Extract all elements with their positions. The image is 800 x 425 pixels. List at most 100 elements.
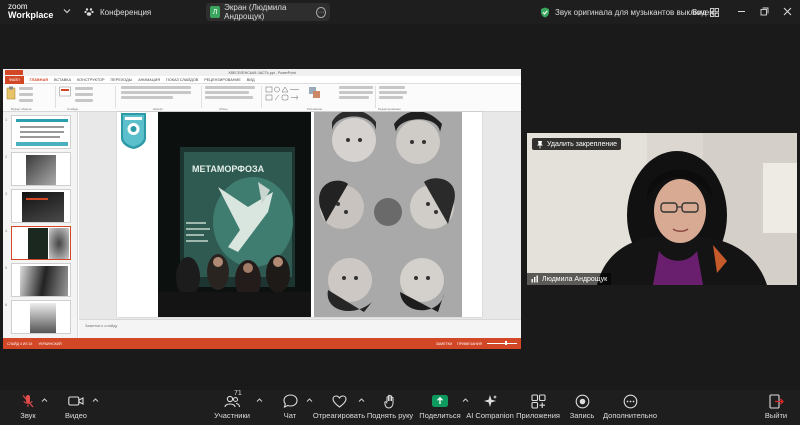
ribbon-group-paragraph[interactable] — [205, 86, 257, 106]
participant-name: Людмила Андрощук — [542, 275, 608, 283]
ribbon-tabs: ФАЙЛ ГЛАВНАЯ ВСТАВКА КОНСТРУКТОР ПЕРЕХОДЫ АНИ… — [3, 75, 521, 84]
mic-muted-icon — [19, 393, 37, 409]
thumbnail-preview — [11, 115, 71, 149]
chat-options-chevron-icon[interactable] — [306, 397, 313, 403]
logo-line-2: Workplace — [8, 10, 54, 20]
ribbon-arrange[interactable] — [308, 86, 336, 106]
minimize-icon[interactable] — [734, 4, 748, 18]
chat-label: Чат — [283, 411, 297, 420]
apps-icon — [529, 393, 547, 409]
video-button[interactable]: Видео — [62, 393, 90, 423]
slide-editing-area[interactable]: МЕТАМОРФОЗА Заметки к слайду — [79, 112, 521, 338]
ai-companion-icon — [481, 393, 499, 409]
more-options-icon[interactable]: ··· — [316, 6, 326, 18]
slide-thumbnail-selected[interactable]: 4 — [5, 226, 75, 262]
arrange-icon[interactable] — [308, 86, 322, 100]
notes-placeholder: Заметки к слайду — [85, 323, 118, 328]
ribbon-tab[interactable]: ГЛАВНАЯ — [30, 78, 48, 82]
new-slide-icon[interactable] — [59, 86, 71, 100]
view-button[interactable]: Вид — [692, 6, 720, 18]
tab-file[interactable]: ФАЙЛ — [5, 75, 24, 84]
ribbon-group-drawing[interactable] — [265, 86, 303, 106]
more-button[interactable]: Дополнительно — [603, 393, 657, 423]
meeting-title: Конференция — [100, 7, 152, 17]
notes-pane[interactable]: Заметки к слайду — [79, 319, 521, 338]
ribbon-group-font[interactable] — [121, 86, 199, 106]
shared-screen: ХВЕСЕЛЕНСЬКА ЧАСТЬ.ppt - PowerPoint ФАЙЛ… — [3, 69, 521, 349]
ribbon-tab[interactable]: ВИД — [247, 78, 255, 82]
share-screen-button[interactable]: Поделиться — [419, 393, 461, 423]
ribbon-group-clipboard[interactable] — [6, 86, 36, 106]
record-button[interactable]: Запись — [568, 393, 596, 423]
slide-thumbnail[interactable]: 1 — [5, 115, 75, 151]
raise-hand-button[interactable]: Поднять руку — [366, 393, 414, 423]
slide-thumbnail[interactable]: 3 — [5, 189, 75, 225]
slide-thumbnail[interactable]: 5 — [5, 263, 75, 299]
meeting-info[interactable]: Конференция — [84, 6, 151, 18]
notes-toggle[interactable]: ЗАМЕТКИ — [436, 342, 452, 346]
slide-number: 5 — [5, 265, 8, 270]
comments-toggle[interactable]: ПРИМЕЧАНИЯ — [457, 342, 482, 346]
react-options-chevron-icon[interactable] — [358, 397, 365, 403]
slide-number: 4 — [5, 228, 8, 233]
pinned-participant-video[interactable]: Удалить закрепление Людмила Андрощук — [527, 133, 797, 285]
audio-label: Звук — [20, 411, 36, 420]
share-options-chevron-icon[interactable] — [462, 397, 469, 403]
close-icon[interactable] — [780, 4, 794, 18]
restore-icon[interactable] — [757, 4, 771, 18]
quick-access-toolbar[interactable] — [5, 70, 23, 75]
powerpoint-status-bar: СЛАЙД 4 ИЗ 15 УКРАИНСКИЙ ЗАМЕТКИ ПРИМЕЧА… — [3, 338, 521, 349]
apps-button[interactable]: Приложения — [516, 393, 560, 423]
zoom-logo: zoom Workplace — [8, 2, 54, 20]
leave-button[interactable]: Выйти — [764, 393, 788, 423]
more-label: Дополнительно — [603, 411, 657, 420]
top-bar: zoom Workplace Конференция Л Экран (Людм… — [0, 0, 800, 24]
unpin-label: Удалить закрепление — [547, 140, 618, 148]
shapes-gallery-icon[interactable] — [265, 86, 301, 102]
grid-icon — [710, 7, 720, 17]
react-button[interactable]: Отреагировать — [313, 393, 365, 423]
participants-label: Участники — [214, 411, 250, 420]
slide-thumbnail[interactable]: 2 — [5, 152, 75, 188]
participants-button[interactable]: 71 Участники — [214, 390, 250, 423]
screen-share-indicator[interactable]: Л Экран (Людмила Андрощук) ··· — [206, 3, 330, 21]
participants-count: 71 — [234, 390, 242, 397]
ribbon-tab[interactable]: КОНСТРУКТОР — [77, 78, 105, 82]
shield-check-icon — [541, 7, 549, 17]
chevron-down-icon[interactable] — [62, 6, 72, 16]
slide-number: 2 — [5, 154, 8, 159]
ribbon-tab[interactable]: ПЕРЕХОДЫ — [111, 78, 133, 82]
chat-button[interactable]: Чат — [280, 393, 300, 423]
thumbnail-preview — [11, 189, 71, 223]
ribbon-tab[interactable]: РЕЦЕНЗИРОВАНИЕ — [204, 78, 241, 82]
audio-status[interactable]: Звук оригинала для музыкантов выключен — [540, 6, 714, 18]
zoom-slider[interactable] — [487, 341, 517, 345]
raise-hand-label: Поднять руку — [366, 411, 414, 420]
unpin-button[interactable]: Удалить закрепление — [532, 138, 622, 150]
ribbon-group-slides[interactable] — [59, 86, 101, 106]
pin-icon — [537, 140, 543, 148]
current-slide[interactable]: МЕТАМОРФОЗА — [117, 112, 482, 317]
ribbon-tab[interactable]: ПОКАЗ СЛАЙДОВ — [166, 78, 198, 82]
audio-level-icon — [531, 275, 538, 283]
ribbon-tab[interactable]: ВСТАВКА — [54, 78, 71, 82]
audio-button[interactable]: Звук — [14, 393, 42, 423]
paste-icon[interactable] — [6, 86, 16, 100]
powerpoint-titlebar: ХВЕСЕЛЕНСЬКА ЧАСТЬ.ppt - PowerPoint — [3, 69, 521, 76]
audio-status-text: Звук оригинала для музыкантов выключен — [555, 7, 714, 17]
audio-options-chevron-icon[interactable] — [41, 397, 48, 403]
ai-companion-button[interactable]: AI Companion — [466, 393, 514, 423]
participants-options-chevron-icon[interactable] — [256, 397, 263, 403]
language-indicator[interactable]: УКРАИНСКИЙ — [38, 342, 61, 346]
ribbon-label-font: Шрифт — [153, 107, 163, 111]
dance-poster-photo: МЕТАМОРФОЗА — [158, 112, 311, 317]
slide-number: 3 — [5, 191, 8, 196]
ribbon-tab[interactable]: АНИМАЦИЯ — [138, 78, 160, 82]
meeting-controls-toolbar: Звук Видео 71 Участники Чат Отреагироват… — [0, 390, 800, 425]
ribbon-shape-styles[interactable] — [339, 86, 375, 106]
video-options-chevron-icon[interactable] — [92, 397, 99, 403]
share-screen-label: Поделиться — [419, 411, 461, 420]
thumbnail-preview — [11, 226, 71, 260]
slide-thumbnail[interactable]: 6 — [5, 300, 75, 336]
ribbon-group-editing[interactable] — [379, 86, 419, 106]
